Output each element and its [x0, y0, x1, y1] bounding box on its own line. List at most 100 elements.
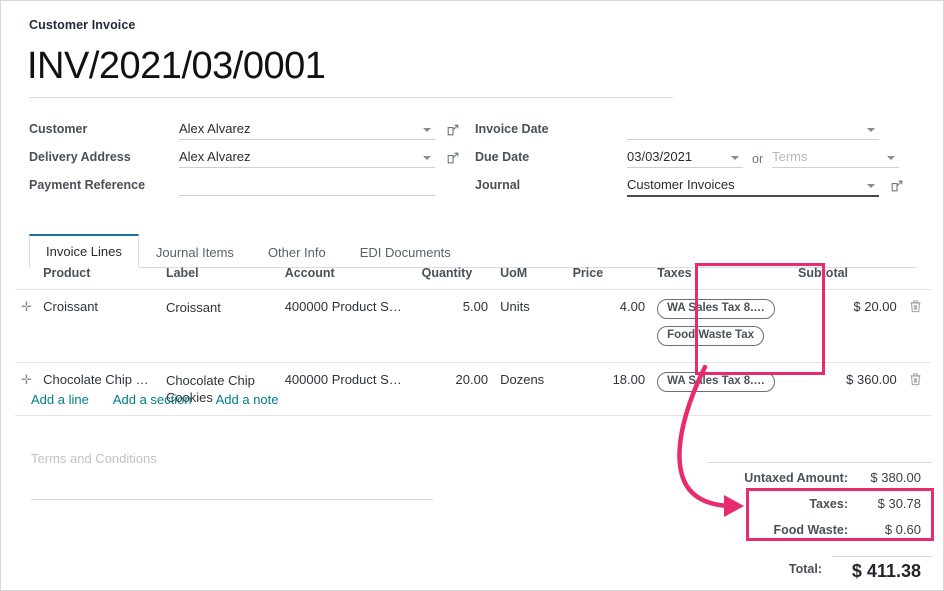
- external-link-icon[interactable]: [446, 123, 460, 137]
- invoice-date-input[interactable]: [627, 119, 879, 140]
- document-type-label: Customer Invoice: [29, 18, 136, 32]
- cell-account[interactable]: 400000 Product S…: [278, 289, 416, 363]
- taxes-label: Taxes:: [809, 497, 848, 511]
- cell-quantity[interactable]: 5.00: [415, 289, 495, 363]
- drag-handle-icon[interactable]: ✛: [21, 300, 32, 314]
- cell-product-text: Croissant: [43, 299, 99, 314]
- column-header-product[interactable]: Product: [37, 266, 160, 290]
- field-row-customer: Customer Alex Alvarez: [29, 119, 459, 146]
- cell-account-text: 400000 Product S…: [284, 372, 402, 387]
- column-header-uom[interactable]: UoM: [494, 266, 567, 290]
- column-header-handle: [15, 266, 38, 290]
- cell-price[interactable]: 4.00: [566, 289, 652, 363]
- tax-tag[interactable]: Food Waste Tax: [657, 326, 765, 346]
- cell-taxes[interactable]: WA Sales Tax 8.…: [651, 362, 793, 416]
- cell-quantity[interactable]: 20.00: [415, 362, 495, 416]
- cell-price[interactable]: 18.00: [566, 362, 652, 416]
- journal-input[interactable]: Customer Invoices: [627, 175, 879, 197]
- taxes-value: $ 30.78: [877, 496, 921, 511]
- chevron-down-icon[interactable]: [887, 156, 896, 160]
- trash-icon[interactable]: [909, 299, 922, 313]
- payment-reference-input[interactable]: [179, 175, 435, 196]
- customer-input[interactable]: Alex Alvarez: [179, 119, 435, 140]
- total-value: $ 411.38: [832, 556, 932, 582]
- cell-label[interactable]: Croissant: [159, 289, 279, 363]
- field-row-delivery-address: Delivery Address Alex Alvarez: [29, 147, 459, 174]
- customer-label: Customer: [29, 122, 88, 136]
- invoice-date-label: Invoice Date: [475, 122, 549, 136]
- cell-subtotal: $ 20.00: [792, 289, 903, 363]
- cell-quantity-text: 5.00: [462, 299, 489, 314]
- add-a-line-button[interactable]: Add a line: [31, 392, 89, 407]
- drag-handle-icon[interactable]: ✛: [21, 373, 32, 387]
- cell-label[interactable]: Chocolate Chip Cookies: [159, 362, 279, 416]
- terms-and-conditions-section: Terms and Conditions: [31, 451, 433, 500]
- untaxed-amount-value: $ 380.00: [870, 470, 921, 485]
- cell-uom[interactable]: Dozens: [494, 362, 567, 416]
- column-header-taxes[interactable]: Taxes: [651, 266, 793, 290]
- add-a-section-button[interactable]: Add a section: [113, 392, 192, 407]
- totals-row-total: Total: $ 411.38: [707, 554, 932, 584]
- cell-uom-text: Dozens: [500, 372, 545, 387]
- field-row-invoice-date: Invoice Date: [475, 119, 915, 146]
- terms-and-conditions-input[interactable]: Terms and Conditions: [31, 451, 433, 500]
- totals-panel: Untaxed Amount: $ 380.00 Taxes: $ 30.78 …: [707, 462, 932, 584]
- cell-uom-text: Units: [500, 299, 530, 314]
- chevron-down-icon[interactable]: [867, 184, 875, 188]
- totals-row-untaxed: Untaxed Amount: $ 380.00: [707, 470, 932, 496]
- column-header-account[interactable]: Account: [278, 266, 416, 290]
- due-date-input[interactable]: 03/03/2021: [627, 147, 743, 168]
- column-header-subtotal[interactable]: Subtotal: [792, 266, 903, 290]
- column-header-price[interactable]: Price: [566, 266, 652, 290]
- or-separator-label: or: [752, 152, 764, 166]
- cell-price-text: 18.00: [612, 372, 646, 387]
- delivery-address-input[interactable]: Alex Alvarez: [179, 147, 435, 168]
- field-row-payment-reference: Payment Reference: [29, 175, 459, 202]
- cell-taxes[interactable]: WA Sales Tax 8.… Food Waste Tax: [651, 289, 793, 363]
- chevron-down-icon[interactable]: [731, 156, 739, 160]
- tab-journal-items[interactable]: Journal Items: [139, 236, 251, 268]
- journal-label: Journal: [475, 178, 521, 192]
- payment-terms-input[interactable]: Terms: [772, 147, 900, 168]
- tax-tag[interactable]: WA Sales Tax 8.…: [657, 372, 775, 392]
- chevron-down-icon[interactable]: [867, 128, 875, 132]
- column-header-quantity[interactable]: Quantity: [415, 266, 495, 290]
- cell-product[interactable]: Croissant: [37, 289, 160, 363]
- tax-tag[interactable]: WA Sales Tax 8.…: [657, 299, 775, 319]
- row-drag-handle-cell: ✛: [15, 362, 38, 416]
- trash-icon[interactable]: [909, 372, 922, 386]
- external-link-icon[interactable]: [446, 151, 460, 165]
- field-row-due-date: Due Date 03/03/2021 or Terms: [475, 147, 915, 174]
- tab-other-info[interactable]: Other Info: [251, 236, 343, 268]
- external-link-icon[interactable]: [890, 179, 904, 193]
- cell-quantity-text: 20.00: [455, 372, 489, 387]
- delivery-address-label: Delivery Address: [29, 150, 131, 164]
- add-a-note-button[interactable]: Add a note: [216, 392, 279, 407]
- cell-product[interactable]: Chocolate Chip C…: [37, 362, 160, 416]
- tab-edi-documents[interactable]: EDI Documents: [343, 236, 468, 268]
- tab-invoice-lines[interactable]: Invoice Lines: [29, 234, 139, 268]
- cell-uom[interactable]: Units: [494, 289, 567, 363]
- cell-subtotal-text: $ 20.00: [853, 299, 897, 314]
- form-right-column: Invoice Date Due Date 03/03/2021 or Term…: [475, 119, 915, 203]
- untaxed-amount-label: Untaxed Amount:: [744, 471, 848, 485]
- cell-label-text: Croissant: [165, 300, 221, 315]
- cell-account[interactable]: 400000 Product S…: [278, 362, 416, 416]
- cell-account-text: 400000 Product S…: [284, 299, 402, 314]
- total-label: Total:: [788, 562, 822, 576]
- tab-bar: Invoice Lines Journal Items Other Info E…: [29, 233, 917, 268]
- cell-subtotal-text: $ 360.00: [846, 372, 897, 387]
- chevron-down-icon[interactable]: [423, 128, 431, 132]
- column-header-label[interactable]: Label: [159, 266, 279, 290]
- field-row-journal: Journal Customer Invoices: [475, 175, 915, 202]
- payment-reference-label: Payment Reference: [29, 178, 146, 192]
- table-row[interactable]: ✛ Chocolate Chip C… Chocolate Chip Cooki…: [15, 362, 931, 416]
- table-row[interactable]: ✛ Croissant Croissant 400000 Product S… …: [15, 289, 931, 363]
- column-header-actions: [902, 266, 931, 290]
- cell-delete: [902, 362, 931, 416]
- table-header-row: Product Label Account Quantity UoM Price…: [15, 266, 931, 290]
- cell-price-text: 4.00: [619, 299, 646, 314]
- chevron-down-icon[interactable]: [423, 156, 431, 160]
- page-title: INV/2021/03/0001: [27, 45, 326, 87]
- food-waste-label: Food Waste:: [773, 523, 848, 537]
